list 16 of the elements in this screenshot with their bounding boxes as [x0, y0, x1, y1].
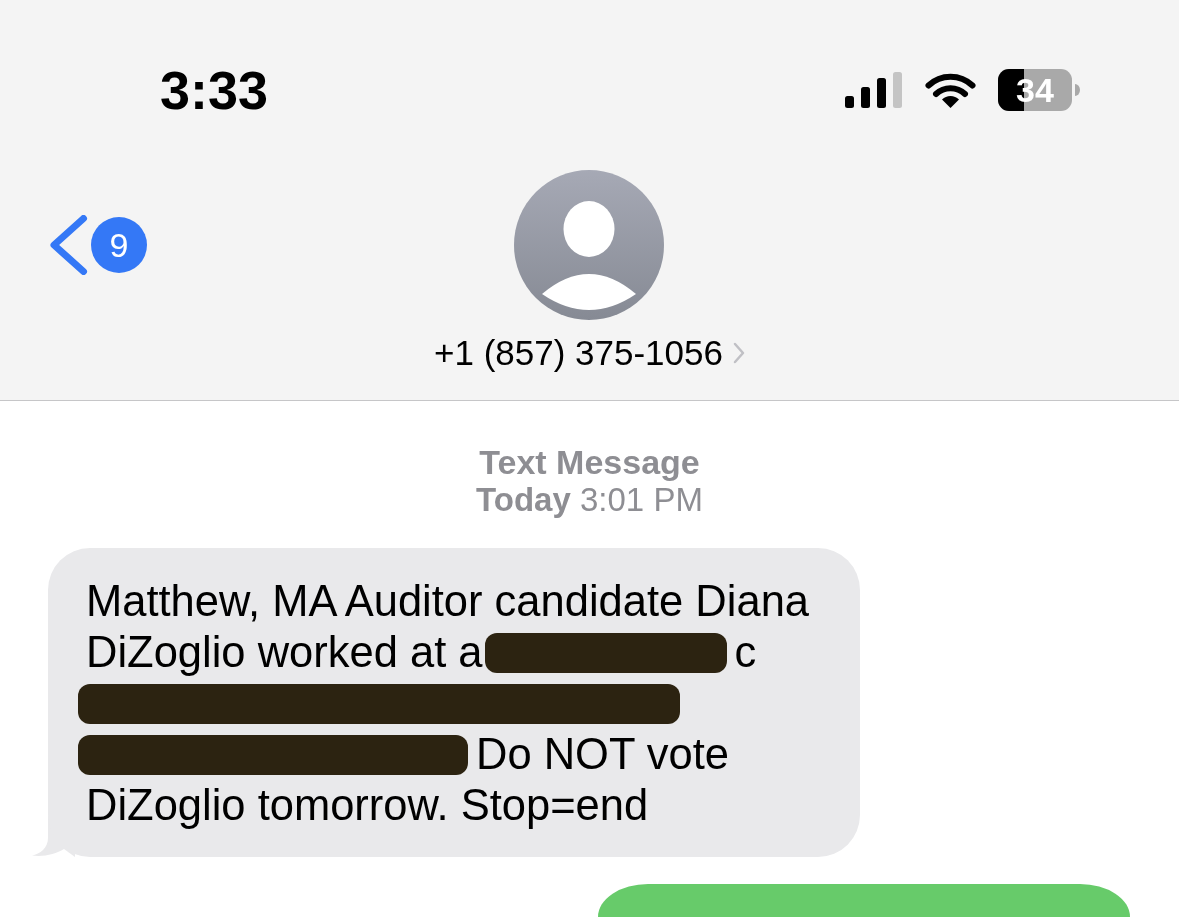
wifi-icon: [925, 72, 976, 108]
signal-icon: [845, 72, 902, 108]
message-text: Matthew, MA Auditor candidate Diana: [86, 576, 810, 627]
message-text: DiZoglio tomorrow. Stop=end: [86, 780, 649, 831]
chevron-right-icon: [733, 342, 745, 364]
message-text: c: [734, 627, 757, 678]
message-timestamp: Today 3:01 PM: [476, 481, 703, 519]
message-text: Do NOT vote: [476, 729, 730, 780]
unread-count-badge: 9: [91, 217, 147, 273]
status-time: 3:33: [160, 61, 269, 119]
service-label: Text Message: [479, 443, 700, 481]
back-button[interactable]: 9: [50, 215, 147, 275]
contact-button[interactable]: +1 (857) 375-1056: [434, 333, 745, 373]
chevron-left-icon: [50, 215, 88, 275]
person-avatar-icon[interactable]: [514, 170, 665, 320]
message-text: DiZoglio worked at a: [86, 627, 483, 678]
